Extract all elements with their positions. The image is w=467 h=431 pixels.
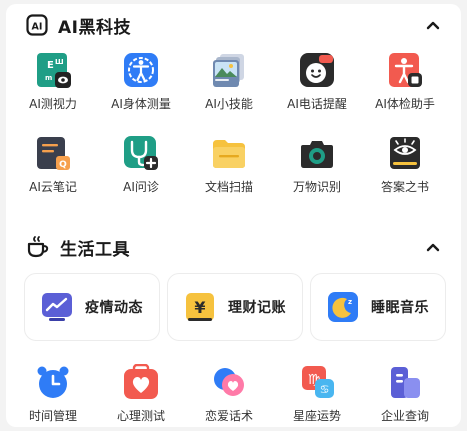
grid-item-label: AI体检助手 [375, 97, 435, 111]
svg-text:¥: ¥ [194, 298, 205, 317]
grid-item-label: 文档扫描 [204, 180, 253, 194]
heart-test-icon [123, 363, 159, 400]
grid-item-ai-skills[interactable]: AI小技能 [186, 52, 272, 112]
grid-item-time-manage[interactable]: 时间管理 [10, 364, 96, 424]
grid-item-body-measure[interactable]: AI身体测量 [98, 52, 184, 112]
svg-text:E: E [47, 60, 54, 71]
svg-text:AI: AI [32, 22, 43, 33]
grid-item-label: 恋爱话术 [204, 409, 253, 423]
enterprise-icon [387, 364, 423, 400]
cloud-note-icon: Q [35, 135, 71, 171]
tile-finance[interactable]: ¥ 理财记账 [167, 273, 303, 341]
camera-recognize-icon [299, 135, 335, 171]
grid-item-eye-test[interactable]: E Ш m AI测视力 [10, 52, 96, 112]
svg-text:m: m [45, 74, 52, 82]
health-check-icon [387, 52, 423, 88]
skill-cards-icon [211, 52, 247, 88]
grid-item-psych-test[interactable]: 心理测试 [98, 363, 184, 424]
grid-item-label: AI身体测量 [111, 97, 171, 111]
grid-item-label: 时间管理 [28, 409, 77, 423]
grid-item-horoscope[interactable]: ♍ ♋ 星座运势 [274, 364, 360, 424]
grid-item-label: 答案之书 [380, 180, 429, 194]
grid-item-label: AI小技能 [205, 97, 253, 111]
section-header-ai[interactable]: AI AI黑科技 [26, 10, 441, 40]
tile-label: 睡眠音乐 [371, 300, 429, 316]
svg-text:Q: Q [59, 160, 67, 170]
epidemic-chart-icon [41, 291, 73, 323]
grid-item-label: AI云笔记 [29, 180, 77, 194]
alarm-clock-icon [35, 364, 71, 400]
svg-text:♋: ♋ [320, 383, 330, 396]
coffee-cup-icon [27, 236, 49, 258]
zodiac-icon: ♍ ♋ [299, 364, 335, 400]
finance-yen-icon: ¥ [184, 291, 216, 323]
section-title-ai: AI黑科技 [58, 17, 131, 38]
body-measure-icon [123, 52, 159, 88]
section-header-tools[interactable]: 生活工具 [26, 232, 441, 262]
grid-item-label: AI测视力 [29, 97, 77, 111]
folder-scan-icon [211, 135, 247, 171]
grid-item-label: 万物识别 [292, 180, 341, 194]
love-chat-icon [211, 364, 247, 400]
grid-item-label: AI电话提醒 [287, 97, 347, 111]
svg-text:Ш: Ш [55, 58, 64, 66]
grid-item-label: 企业查询 [380, 409, 429, 423]
grid-item-label: 心理测试 [116, 409, 165, 423]
grid-item-phone-remind[interactable]: AI电话提醒 [274, 52, 360, 112]
grid-item-doc-scan[interactable]: 文档扫描 [186, 135, 272, 195]
tile-label: 疫情动态 [85, 300, 143, 316]
grid-item-consult[interactable]: AI问诊 [98, 135, 184, 195]
section-title-tools: 生活工具 [60, 239, 130, 260]
main-card: AI AI黑科技 E Ш m AI测视力 AI身体测量 AI小技能 AI电话提醒… [6, 4, 461, 427]
ai-logo-icon: AI [26, 14, 48, 36]
tile-sleep[interactable]: z 睡眠音乐 [310, 273, 446, 341]
grid-item-recognize[interactable]: 万物识别 [274, 135, 360, 195]
stethoscope-icon [123, 135, 159, 171]
chevron-up-icon[interactable] [425, 239, 441, 255]
grid-item-company-search[interactable]: 企业查询 [362, 364, 448, 424]
grid-item-label: 星座运势 [292, 409, 341, 423]
chevron-up-icon[interactable] [425, 17, 441, 33]
phone-remind-icon [299, 52, 335, 88]
grid-item-love-talk[interactable]: 恋爱话术 [186, 364, 272, 424]
sleep-moon-icon: z [327, 291, 359, 323]
tile-label: 理财记账 [228, 300, 286, 316]
grid-item-health-check[interactable]: AI体检助手 [362, 52, 448, 112]
svg-text:z: z [348, 298, 352, 306]
grid-item-answer-book[interactable]: 答案之书 [362, 135, 448, 195]
eye-chart-icon: E Ш m [35, 52, 71, 88]
grid-item-label: AI问诊 [123, 180, 159, 194]
tile-epidemic[interactable]: 疫情动态 [24, 273, 160, 341]
grid-item-cloud-note[interactable]: Q AI云笔记 [10, 135, 96, 195]
answer-book-icon [387, 135, 423, 171]
